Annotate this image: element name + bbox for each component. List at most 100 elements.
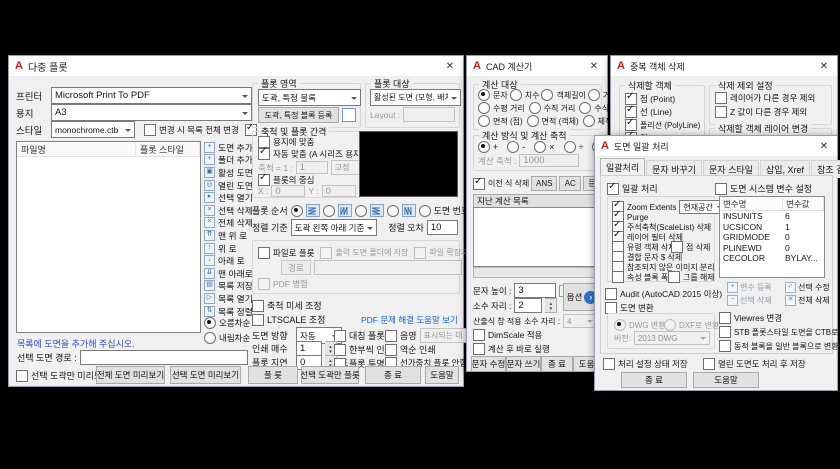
mirror-plot-checkbox[interactable]: 대칭 플롯 — [334, 329, 385, 342]
target-formula-radio[interactable]: 수식 — [579, 102, 609, 114]
pdf-help-link[interactable]: PDF 문제 해결 도움말 보기 — [361, 314, 458, 326]
plot-order-radio-4[interactable] — [387, 205, 399, 217]
table-row[interactable]: UCSICON1 — [720, 222, 824, 233]
add-drawing-button[interactable]: +도면 추가 — [204, 141, 254, 154]
ltscale-checkbox[interactable]: LTSCALE 조정 — [252, 313, 325, 326]
exclude-z-checkbox[interactable]: Z 값이 다른 경우 제외 — [715, 106, 807, 118]
text-height-field[interactable]: 3 — [514, 283, 556, 298]
history-list[interactable] — [473, 207, 602, 267]
target-area-pt-radio[interactable]: 면적 (점) — [478, 115, 523, 127]
delete-var-button[interactable]: −선택 삭제 — [727, 295, 772, 306]
paper-select[interactable]: A3 — [51, 104, 252, 121]
save-after-checkbox[interactable]: 열린 도면도 처리 후 저장 — [703, 358, 806, 370]
target-area-obj-radio[interactable]: 면적 (객체) — [527, 115, 579, 127]
shade-checkbox[interactable]: 음영 — [385, 329, 417, 342]
column-filename[interactable]: 파일명 — [17, 142, 136, 156]
sort-asc-radio[interactable]: 오름차순 — [204, 317, 250, 329]
column-var-value[interactable]: 변수값 — [783, 197, 824, 210]
sysvar-checkbox[interactable]: 도면 시스템 변수 설정 — [715, 182, 812, 195]
target-volume-radio[interactable]: 체적 — [583, 115, 613, 127]
target-dim-radio[interactable]: 치수 — [510, 89, 540, 101]
target-hdist-radio[interactable]: 수평 거리 — [478, 102, 525, 114]
write-text-button[interactable]: 문자 쓰기 — [506, 356, 541, 372]
column-plot-style[interactable]: 플롯 스타일 — [136, 142, 200, 156]
preview-all-button[interactable]: 전체 도면 미리보기 — [96, 366, 165, 384]
table-row[interactable]: PLINEWD0 — [720, 243, 824, 254]
target-objlen-radio[interactable]: 객체길이 — [541, 89, 585, 101]
save-settings-checkbox[interactable]: 처리 설정 상태 저장 — [603, 358, 688, 370]
stb-to-ctb-checkbox[interactable]: STB 플롯스타일 도면을 CTB로 변환 — [719, 326, 840, 338]
active-drawing-button[interactable]: ▣활성 도면 — [204, 166, 254, 179]
move-up-button[interactable]: ↑위 로 — [204, 242, 254, 255]
title-bar[interactable]: A 다중 플롯 ✕ — [9, 56, 463, 77]
move-bottom-button[interactable]: ⇊맨 아래로 — [204, 267, 254, 280]
save-list-button[interactable]: ▤목록 저장 — [204, 280, 254, 293]
ungroup-checkbox[interactable]: 그룹 해제 — [668, 271, 715, 283]
plot-order-radio-1[interactable] — [291, 205, 303, 217]
open-drawings-button[interactable]: ◎열린 도면 — [204, 179, 254, 192]
delete-all-button[interactable]: ×전체 삭제 — [204, 217, 254, 230]
dimscale-checkbox[interactable]: DimScale 적용 — [473, 329, 542, 341]
plot-area-select[interactable]: 도곽, 특정 블록 — [258, 89, 361, 106]
title-bar[interactable]: A CAD 계산기 ✕ — [467, 56, 607, 77]
change-all-checkbox[interactable]: 변경 시 목록 전체 변경 — [144, 124, 239, 136]
method-div-radio[interactable]: ÷ — [564, 141, 584, 153]
file-list[interactable]: 파일명 플롯 스타일 — [16, 141, 201, 333]
decimals-spinner[interactable] — [545, 298, 557, 313]
exclude-layer-checkbox[interactable]: 레이어가 다른 경우 제외 — [715, 92, 815, 104]
decimals-field[interactable]: 2 — [514, 298, 542, 313]
exit-button[interactable]: 종 료 — [365, 366, 421, 384]
method-sub-radio[interactable]: - — [507, 141, 525, 153]
exit-button[interactable]: 종 료 — [541, 356, 573, 372]
sysvar-table[interactable]: 변수명 변수값 INSUNITS6 UCSICON1 GRIDMODE0 PLI… — [719, 196, 825, 278]
target-vdist-radio[interactable]: 수직 거리 — [529, 102, 576, 114]
open-list-button[interactable]: ▷목록 열기 — [204, 292, 254, 305]
align-basis-select[interactable]: 도곽 왼쪽 아래 기준 — [291, 219, 378, 236]
plot-style-select[interactable]: monochrome.ctb — [51, 121, 135, 138]
open-selected-button[interactable]: ▸선택 열기 — [204, 191, 254, 204]
batch-process-checkbox[interactable]: 일괄 처리 — [607, 182, 658, 195]
exit-button[interactable]: 종 료 — [621, 372, 687, 388]
close-icon[interactable]: ✕ — [443, 61, 457, 72]
plot-target-select[interactable]: 활성된 도면 (모형, 배치) — [370, 89, 461, 106]
edit-var-button[interactable]: ✓선택 수정 — [785, 282, 830, 293]
help-button[interactable]: 도움말 — [425, 366, 459, 384]
sort-list-button[interactable]: ⇅목록 정렬 — [204, 305, 254, 318]
dynamic-block-checkbox[interactable]: 동적 블록을 일반 블록으로 변환 — [719, 340, 839, 352]
help-button[interactable]: 도움말 — [693, 372, 759, 388]
run-now-checkbox[interactable]: 계산 후 바로 실행 — [473, 343, 550, 355]
ac-button[interactable]: AC — [559, 176, 581, 191]
register-block-button[interactable]: 도곽, 특정 블록 등록 — [258, 107, 339, 123]
plot-order-radio-3[interactable] — [355, 205, 367, 217]
table-row[interactable]: CECOLORBYLAY... — [720, 253, 824, 264]
reverse-order-checkbox[interactable]: 역순 인쇄 — [385, 343, 436, 356]
target-text-radio[interactable]: 문자 — [478, 89, 508, 101]
ans-button[interactable]: ANS — [531, 176, 557, 191]
viewres-checkbox[interactable]: Viewres 변경 — [719, 312, 782, 324]
method-mul-radio[interactable]: × — [534, 141, 554, 153]
plot-selected-button[interactable]: 선택 도곽만 플롯 — [301, 366, 359, 384]
copies-field[interactable]: 1 — [296, 341, 322, 356]
move-top-button[interactable]: ⇈맨 위 로 — [204, 229, 254, 242]
table-row[interactable]: GRIDMODE0 — [720, 232, 824, 243]
move-down-button[interactable]: ↓아래 로 — [204, 254, 254, 267]
method-add-radio[interactable]: + — [478, 141, 498, 153]
title-bar[interactable]: A 중복 객체 삭제 ✕ — [611, 56, 837, 77]
plot-order-radio-2[interactable] — [323, 205, 335, 217]
preview-selected-button[interactable]: 선택 도면 미리보기 — [170, 366, 241, 384]
explode-attr-checkbox[interactable]: 속성 블록 폭파 — [612, 271, 676, 283]
selected-path-field[interactable] — [80, 350, 248, 365]
register-block-icon-button[interactable] — [342, 108, 356, 122]
add-folder-button[interactable]: +폴더 추가 — [204, 154, 254, 167]
close-icon[interactable]: ✕ — [587, 61, 601, 72]
plot-to-file-checkbox[interactable]: 파일로 플롯 — [258, 247, 314, 259]
close-icon[interactable]: ✕ — [817, 61, 831, 72]
fine-scale-checkbox[interactable]: 축척 미세 조정 — [252, 299, 322, 312]
column-var-name[interactable]: 변수명 — [720, 197, 783, 210]
title-bar[interactable]: A 도면 일괄 처리 ✕ — [595, 136, 837, 157]
align-tolerance-field[interactable]: 10 — [427, 220, 458, 235]
delete-prev-checkbox[interactable]: 이전 식 삭제 — [473, 178, 529, 190]
auto-fit-checkbox[interactable]: 자동 맞춤 (A 시리즈 용지) — [258, 148, 364, 160]
close-icon[interactable]: ✕ — [817, 141, 831, 152]
delete-all-var-button[interactable]: ✕전체 삭제 — [785, 295, 830, 306]
